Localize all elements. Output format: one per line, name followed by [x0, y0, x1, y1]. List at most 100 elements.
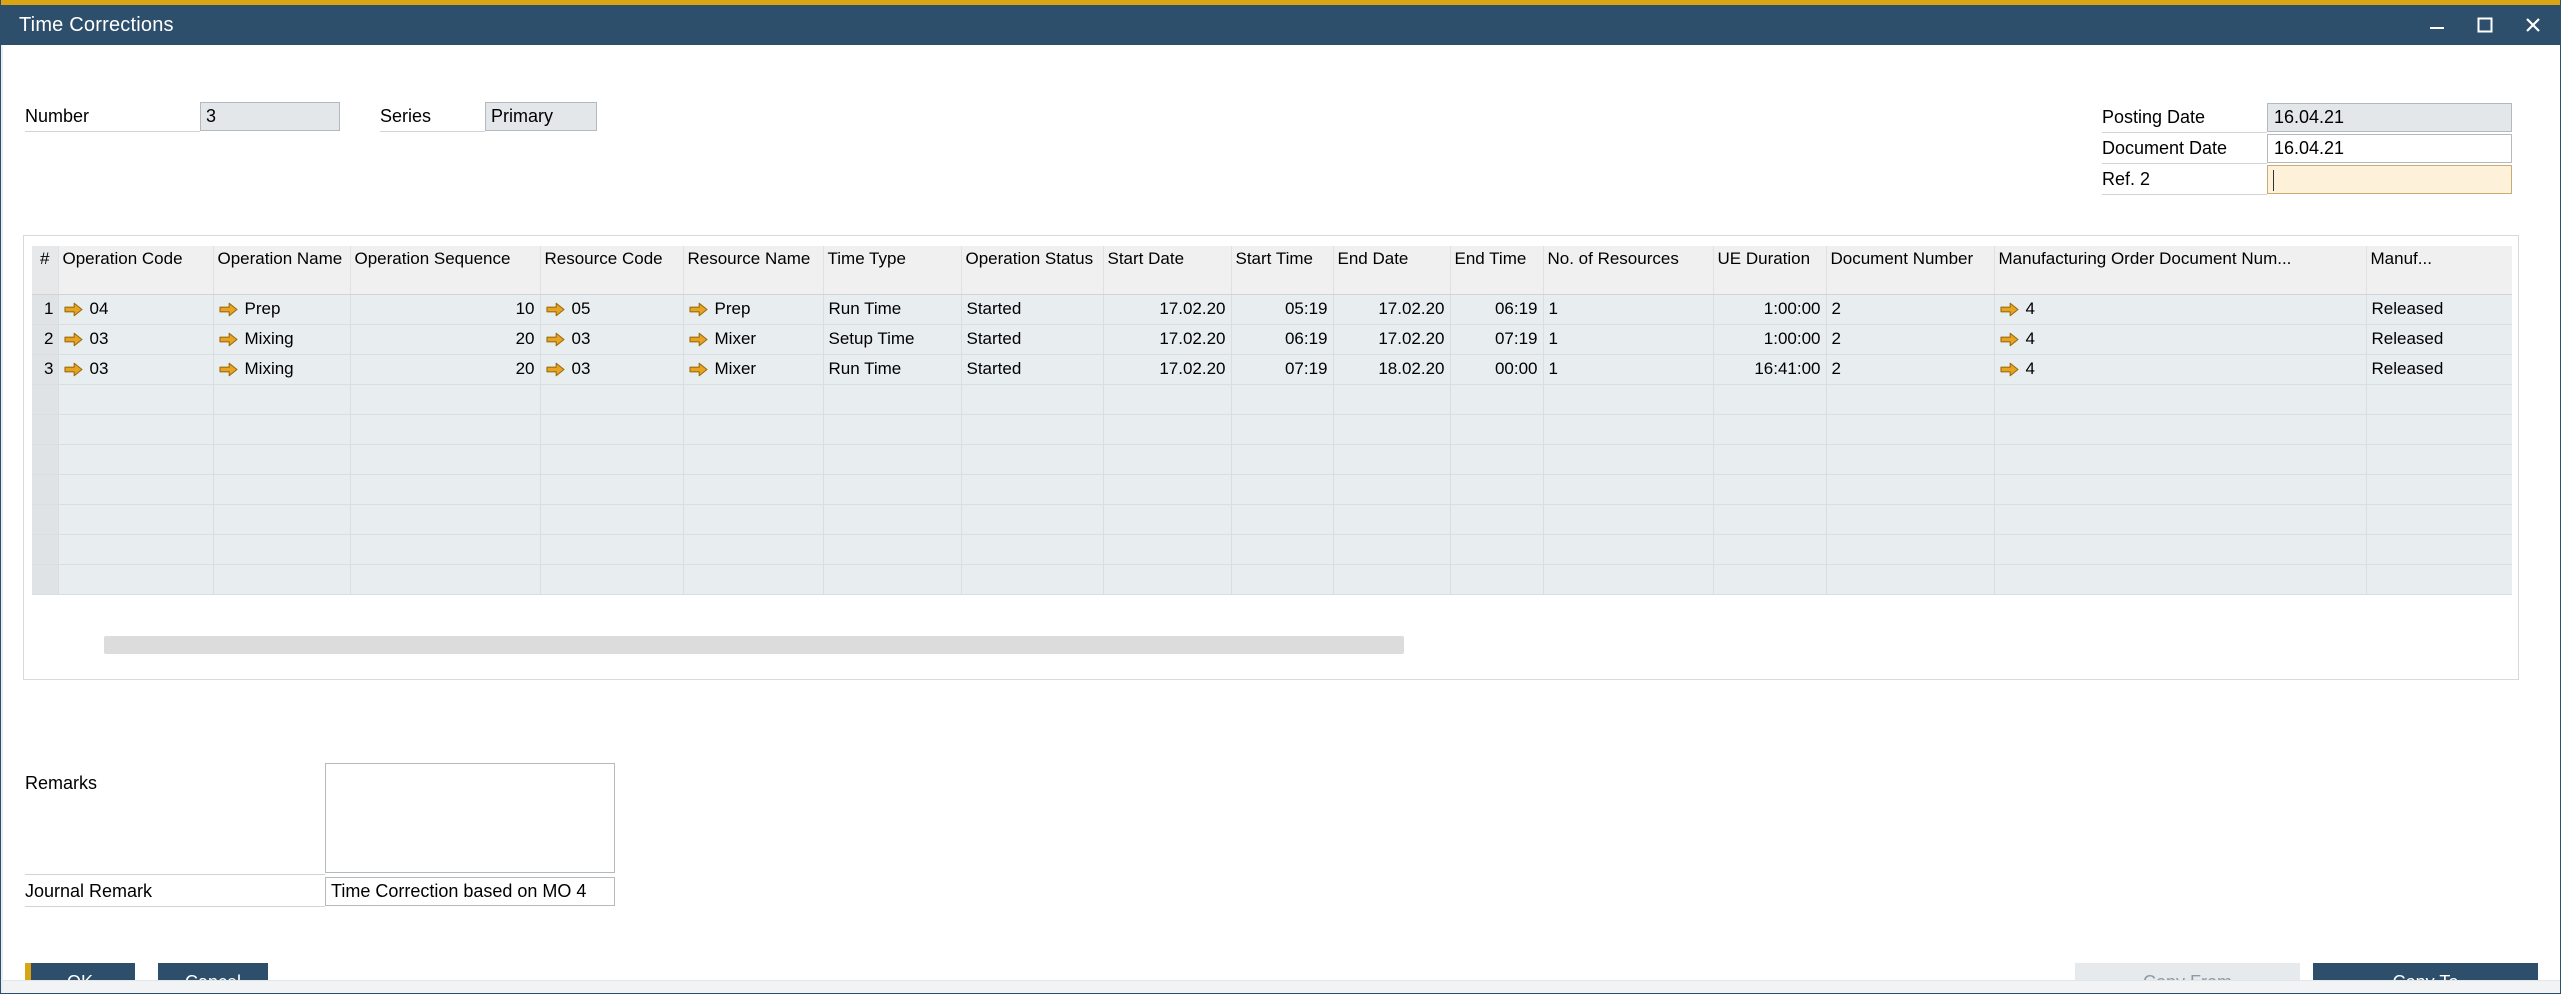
- cell-operation-code[interactable]: [58, 474, 213, 504]
- cell-resource-code[interactable]: [540, 474, 683, 504]
- column-header-resource-name[interactable]: Resource Name: [683, 246, 823, 294]
- cell-mo-document-number[interactable]: [1994, 564, 2366, 594]
- cell-no-of-resources[interactable]: 1: [1543, 294, 1713, 324]
- cell-operation-status[interactable]: [961, 534, 1103, 564]
- cell-resource-name[interactable]: [683, 564, 823, 594]
- column-header-operation-code[interactable]: Operation Code: [58, 246, 213, 294]
- cell-operation-sequence[interactable]: [350, 474, 540, 504]
- column-header-resource-code[interactable]: Resource Code: [540, 246, 683, 294]
- cell-mo-status[interactable]: [2366, 474, 2512, 504]
- cell-mo-status[interactable]: [2366, 534, 2512, 564]
- cell-resource-name[interactable]: [683, 414, 823, 444]
- grid-horizontal-scrollbar[interactable]: [32, 636, 2512, 656]
- cell-start-time[interactable]: [1231, 444, 1333, 474]
- cell-mo-document-number[interactable]: [1994, 534, 2366, 564]
- close-button[interactable]: [2520, 12, 2546, 38]
- column-header-mo-status[interactable]: Manuf...: [2366, 246, 2512, 294]
- table-row-empty[interactable]: [32, 384, 2512, 414]
- cell-operation-code[interactable]: 03: [58, 324, 213, 354]
- cell-resource-name[interactable]: [683, 504, 823, 534]
- link-arrow-icon[interactable]: [546, 332, 565, 347]
- cell-operation-name[interactable]: [213, 414, 350, 444]
- cell-mo-document-number[interactable]: 4: [1994, 354, 2366, 384]
- link-arrow-icon[interactable]: [2000, 332, 2019, 347]
- cell-start-date[interactable]: [1103, 474, 1231, 504]
- row-number-cell[interactable]: 3: [32, 354, 58, 384]
- cell-resource-code[interactable]: 03: [540, 324, 683, 354]
- cell-start-time[interactable]: [1231, 414, 1333, 444]
- cell-mo-status[interactable]: Released: [2366, 354, 2512, 384]
- cell-time-type[interactable]: Run Time: [823, 294, 961, 324]
- cell-end-date[interactable]: [1333, 504, 1450, 534]
- cell-end-time[interactable]: [1450, 384, 1543, 414]
- cell-mo-status[interactable]: [2366, 504, 2512, 534]
- cell-start-date[interactable]: [1103, 564, 1231, 594]
- cell-start-time[interactable]: [1231, 564, 1333, 594]
- cell-operation-name[interactable]: Prep: [213, 294, 350, 324]
- cell-operation-status[interactable]: Started: [961, 294, 1103, 324]
- row-number-cell[interactable]: [32, 504, 58, 534]
- cell-resource-name[interactable]: [683, 444, 823, 474]
- cell-start-time[interactable]: [1231, 504, 1333, 534]
- cell-operation-sequence[interactable]: 20: [350, 324, 540, 354]
- ref2-input[interactable]: [2267, 165, 2512, 194]
- cell-mo-document-number[interactable]: 4: [1994, 294, 2366, 324]
- row-number-cell[interactable]: [32, 444, 58, 474]
- cell-no-of-resources[interactable]: [1543, 474, 1713, 504]
- cell-ue-duration[interactable]: 1:00:00: [1713, 294, 1826, 324]
- cell-operation-code[interactable]: [58, 384, 213, 414]
- link-arrow-icon[interactable]: [2000, 362, 2019, 377]
- cell-mo-status[interactable]: Released: [2366, 294, 2512, 324]
- table-row-empty[interactable]: [32, 474, 2512, 504]
- table-row-empty[interactable]: [32, 444, 2512, 474]
- cell-resource-code[interactable]: [540, 444, 683, 474]
- cell-operation-name[interactable]: Mixing: [213, 324, 350, 354]
- row-number-cell[interactable]: [32, 384, 58, 414]
- series-input[interactable]: Primary: [485, 102, 597, 131]
- cell-time-type[interactable]: Setup Time: [823, 324, 961, 354]
- cell-no-of-resources[interactable]: 1: [1543, 354, 1713, 384]
- cell-start-time[interactable]: [1231, 534, 1333, 564]
- cell-end-date[interactable]: [1333, 384, 1450, 414]
- cell-end-time[interactable]: 07:19: [1450, 324, 1543, 354]
- cell-ue-duration[interactable]: [1713, 444, 1826, 474]
- cell-operation-name[interactable]: [213, 504, 350, 534]
- document-date-input[interactable]: 16.04.21: [2267, 134, 2512, 163]
- cell-no-of-resources[interactable]: [1543, 504, 1713, 534]
- table-row[interactable]: 203Mixing2003MixerSetup TimeStarted17.02…: [32, 324, 2512, 354]
- cell-operation-code[interactable]: 04: [58, 294, 213, 324]
- link-arrow-icon[interactable]: [219, 362, 238, 377]
- cell-operation-status[interactable]: [961, 384, 1103, 414]
- column-header-no-of-resources[interactable]: No. of Resources: [1543, 246, 1713, 294]
- table-row[interactable]: 104Prep1005PrepRun TimeStarted17.02.2005…: [32, 294, 2512, 324]
- column-header-time-type[interactable]: Time Type: [823, 246, 961, 294]
- cell-mo-document-number[interactable]: 4: [1994, 324, 2366, 354]
- cell-document-number[interactable]: [1826, 474, 1994, 504]
- column-header-start-time[interactable]: Start Time: [1231, 246, 1333, 294]
- column-header-end-time[interactable]: End Time: [1450, 246, 1543, 294]
- cell-mo-status[interactable]: [2366, 444, 2512, 474]
- cell-document-number[interactable]: [1826, 384, 1994, 414]
- cell-end-date[interactable]: [1333, 474, 1450, 504]
- cell-start-time[interactable]: [1231, 384, 1333, 414]
- cell-operation-sequence[interactable]: [350, 564, 540, 594]
- cell-operation-sequence[interactable]: [350, 504, 540, 534]
- cell-operation-name[interactable]: [213, 534, 350, 564]
- column-header-operation-status[interactable]: Operation Status: [961, 246, 1103, 294]
- cell-ue-duration[interactable]: [1713, 384, 1826, 414]
- cell-resource-name[interactable]: [683, 384, 823, 414]
- cell-operation-sequence[interactable]: [350, 444, 540, 474]
- cell-end-time[interactable]: [1450, 474, 1543, 504]
- row-number-cell[interactable]: [32, 474, 58, 504]
- minimize-button[interactable]: [2424, 12, 2450, 38]
- cell-resource-code[interactable]: [540, 504, 683, 534]
- cell-time-type[interactable]: [823, 414, 961, 444]
- cell-document-number[interactable]: [1826, 414, 1994, 444]
- cell-time-type[interactable]: Run Time: [823, 354, 961, 384]
- cell-end-date[interactable]: [1333, 444, 1450, 474]
- cell-no-of-resources[interactable]: [1543, 444, 1713, 474]
- cell-end-time[interactable]: 00:00: [1450, 354, 1543, 384]
- table-row-empty[interactable]: [32, 414, 2512, 444]
- cell-no-of-resources[interactable]: [1543, 564, 1713, 594]
- cell-mo-document-number[interactable]: [1994, 384, 2366, 414]
